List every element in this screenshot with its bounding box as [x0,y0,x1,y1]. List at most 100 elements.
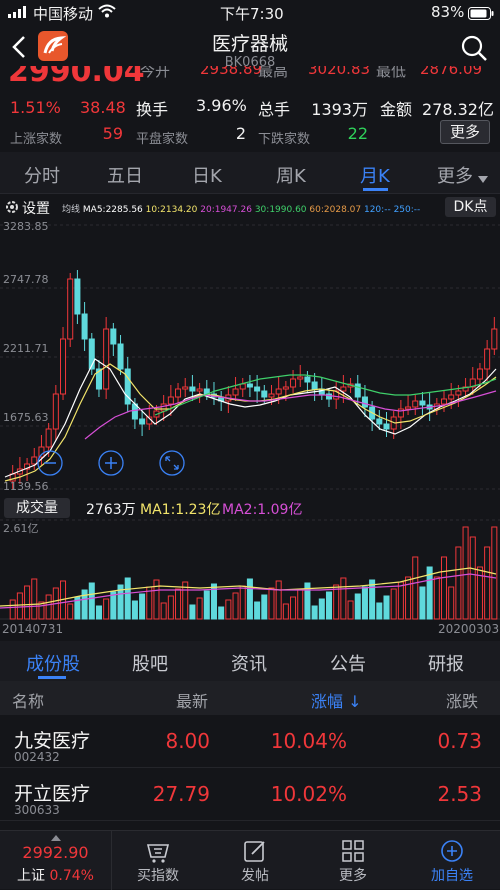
tab-announcements[interactable]: 公告 [330,650,366,676]
index-value: 2992.90 [22,843,89,862]
candle-body [412,400,419,408]
x-start-date: 20140731 [2,622,64,636]
high-value: 3020.83 [308,66,371,78]
candle-body [139,418,146,425]
candle-body [340,386,347,392]
more-button[interactable]: 更多 [440,120,490,144]
grid-icon [342,840,364,862]
volume-bar [110,591,117,620]
post-button[interactable]: 发帖 [210,831,300,890]
volume-bar [232,592,239,620]
period-tabs: 分时 五日 日K 周K 月K 更多 [0,152,500,194]
change-value: 38.48 [80,98,126,117]
market-index-ticker[interactable]: 2992.90 上证 0.74% [0,831,112,890]
open-label: 今开 [140,66,171,80]
tab-constituents[interactable]: 成份股 [26,650,80,676]
more-menu-button[interactable]: 更多 [308,831,398,890]
nav-header: 医疗器械 BK0668 [0,26,500,70]
candle-body [45,428,52,448]
tab-five-day[interactable]: 五日 [107,162,143,188]
candle-body [383,423,390,430]
col-name[interactable]: 名称 [12,688,44,712]
candle-body [52,393,59,430]
tab-news[interactable]: 资讯 [231,650,267,676]
signal-icon [8,4,28,22]
candle-body [110,328,117,345]
more-menu-label: 更多 [339,868,367,884]
col-latest[interactable]: 最新 [176,688,208,712]
volume-indicator-button[interactable]: 成交量 [4,498,70,518]
candle-body [196,388,203,392]
fullscreen-icon[interactable] [159,450,185,476]
tab-monthly-k[interactable]: 月K [360,162,390,188]
volume-bar [31,578,38,620]
stock-code: 002432 [14,750,60,764]
low-value: 2876.09 [420,66,483,78]
y-tick-min: 1139.56 [3,480,49,493]
status-bar: 中国移动 下午7:30 83% [0,0,500,26]
candle-body [491,328,498,350]
volume-bar [16,592,23,620]
candle-body [103,328,110,390]
volume-bar [239,585,246,620]
candle-body [376,418,383,425]
candle-body [455,390,462,396]
candle-body [476,368,483,380]
volume-bar [246,578,253,620]
add-watchlist-button[interactable]: 加自选 [404,831,500,890]
col-change-pct-sorted[interactable]: 涨幅 ↓ [311,688,362,712]
tab-research[interactable]: 研报 [428,650,464,676]
current-price: 2990.04 [8,66,145,89]
candle-body [232,388,239,396]
tab-more[interactable]: 更多 [437,162,473,188]
tab-intraday[interactable]: 分时 [24,162,60,188]
volume-bar [333,584,340,620]
active-tab-indicator [363,188,388,191]
amount-label: 金额 [380,100,413,119]
candle-body [167,396,174,405]
tab-daily-k[interactable]: 日K [192,162,222,188]
volume-bar [340,577,347,620]
buy-index-label: 买指数 [137,868,179,884]
buy-index-button[interactable]: 买指数 [112,831,204,890]
dropdown-icon [478,169,488,188]
stock-name: 九安医疗 [14,730,91,752]
dk-point-button[interactable]: DK点 [445,197,496,217]
flat-count-label: 平盘家数 [136,132,189,147]
index-name: 上证 [17,868,46,884]
search-icon[interactable] [460,34,488,66]
volume-bar [361,586,368,620]
tab-weekly-k[interactable]: 周K [276,162,306,188]
volume-bar [311,605,318,620]
stock-latest: 8.00 [165,729,210,753]
settings-label[interactable]: 设置 [22,198,50,218]
list-tabs: 成份股 股吧 资讯 公告 研报 [0,641,500,681]
flat-count: 2 [235,124,246,143]
y-tick-4: 1675.63 [3,411,49,424]
volume-bar [254,601,261,620]
candle-body [239,383,246,390]
gear-icon[interactable] [4,199,20,219]
kline-chart[interactable]: 设置 均线 MA5:2285.56 10:2134.20 20:1947.26 … [0,195,500,495]
volume-bar [440,556,448,620]
high-label: 最高 [258,66,289,80]
ma20-value: 20:1947.26 [200,205,252,215]
volume-bar [297,589,304,620]
volume-chart[interactable]: 成交量 2763万 MA1:1.23亿 MA2:1.09亿 2.61亿 2014… [0,496,500,640]
candle-body [354,383,361,398]
volume-bar [175,588,182,620]
add-circle-icon [441,840,463,862]
volume-bar [376,602,383,620]
candle-body [282,386,289,390]
candle-body [254,386,261,392]
table-row[interactable]: 九安医疗 002432 8.00 10.04% 0.73 [0,716,500,768]
moving-average-lines [4,358,497,482]
col-change[interactable]: 涨跌 [446,688,478,712]
tab-forum[interactable]: 股吧 [132,650,168,676]
volume-bar [103,598,110,620]
wifi-icon [98,4,116,22]
volume-bar [9,599,16,620]
list-header: 名称 最新 涨幅 ↓ 涨跌 [0,681,500,715]
ma-legend-title: 均线 [62,205,81,215]
table-row[interactable]: 开立医疗 300633 27.79 10.02% 2.53 [0,769,500,821]
